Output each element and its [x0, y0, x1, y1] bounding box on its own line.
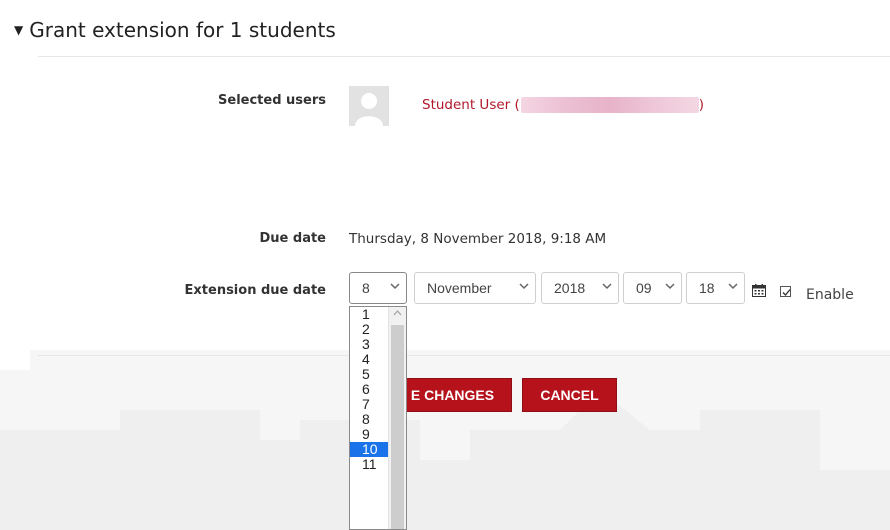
checkmark-icon: [782, 289, 791, 296]
cancel-button[interactable]: CANCEL: [522, 378, 617, 412]
due-date-value: Thursday, 8 November 2018, 9:18 AM: [349, 231, 607, 247]
day-select-value: 8: [362, 280, 370, 296]
section-header[interactable]: ▼ Grant extension for 1 students: [14, 18, 336, 42]
student-user-link[interactable]: Student User ( ): [422, 97, 704, 113]
enable-label[interactable]: Enable: [806, 287, 854, 303]
user-placeholder-icon: [349, 86, 389, 126]
student-name[interactable]: Student User (: [422, 97, 520, 113]
chevron-down-icon: [602, 283, 612, 290]
dropdown-scrollbar[interactable]: [388, 307, 406, 529]
month-select[interactable]: November: [414, 272, 536, 304]
collapse-triangle-icon[interactable]: ▼: [14, 23, 23, 37]
extension-due-date-label: Extension due date: [184, 283, 326, 298]
hour-select-value: 09: [636, 280, 652, 296]
student-suffix: ): [698, 97, 705, 113]
chevron-down-icon: [390, 283, 400, 290]
scroll-up-arrow-icon[interactable]: [393, 310, 402, 316]
enable-checkbox[interactable]: [780, 286, 791, 297]
background-skyline: [0, 350, 890, 530]
divider: [38, 355, 890, 356]
day-dropdown-list[interactable]: 1 2 3 4 5 6 7 8 9 10 11: [349, 306, 407, 530]
chevron-down-icon: [728, 283, 738, 290]
minute-select[interactable]: 18: [686, 272, 745, 304]
minute-select-value: 18: [699, 280, 715, 296]
scrollbar-thumb[interactable]: [391, 325, 404, 529]
section-title: Grant extension for 1 students: [29, 18, 336, 42]
month-select-value: November: [427, 280, 492, 296]
year-select[interactable]: 2018: [541, 272, 619, 304]
due-date-label: Due date: [259, 231, 327, 246]
redacted-email: [520, 97, 699, 113]
chevron-down-icon: [665, 283, 675, 290]
day-select[interactable]: 8: [349, 272, 407, 304]
save-changes-button[interactable]: E CHANGES: [393, 378, 512, 412]
chevron-down-icon: [519, 283, 529, 290]
selected-users-label: Selected users: [218, 93, 326, 108]
hour-select[interactable]: 09: [623, 272, 682, 304]
calendar-icon[interactable]: [752, 284, 766, 297]
year-select-value: 2018: [554, 280, 586, 296]
avatar: [349, 86, 389, 126]
divider: [38, 56, 890, 57]
